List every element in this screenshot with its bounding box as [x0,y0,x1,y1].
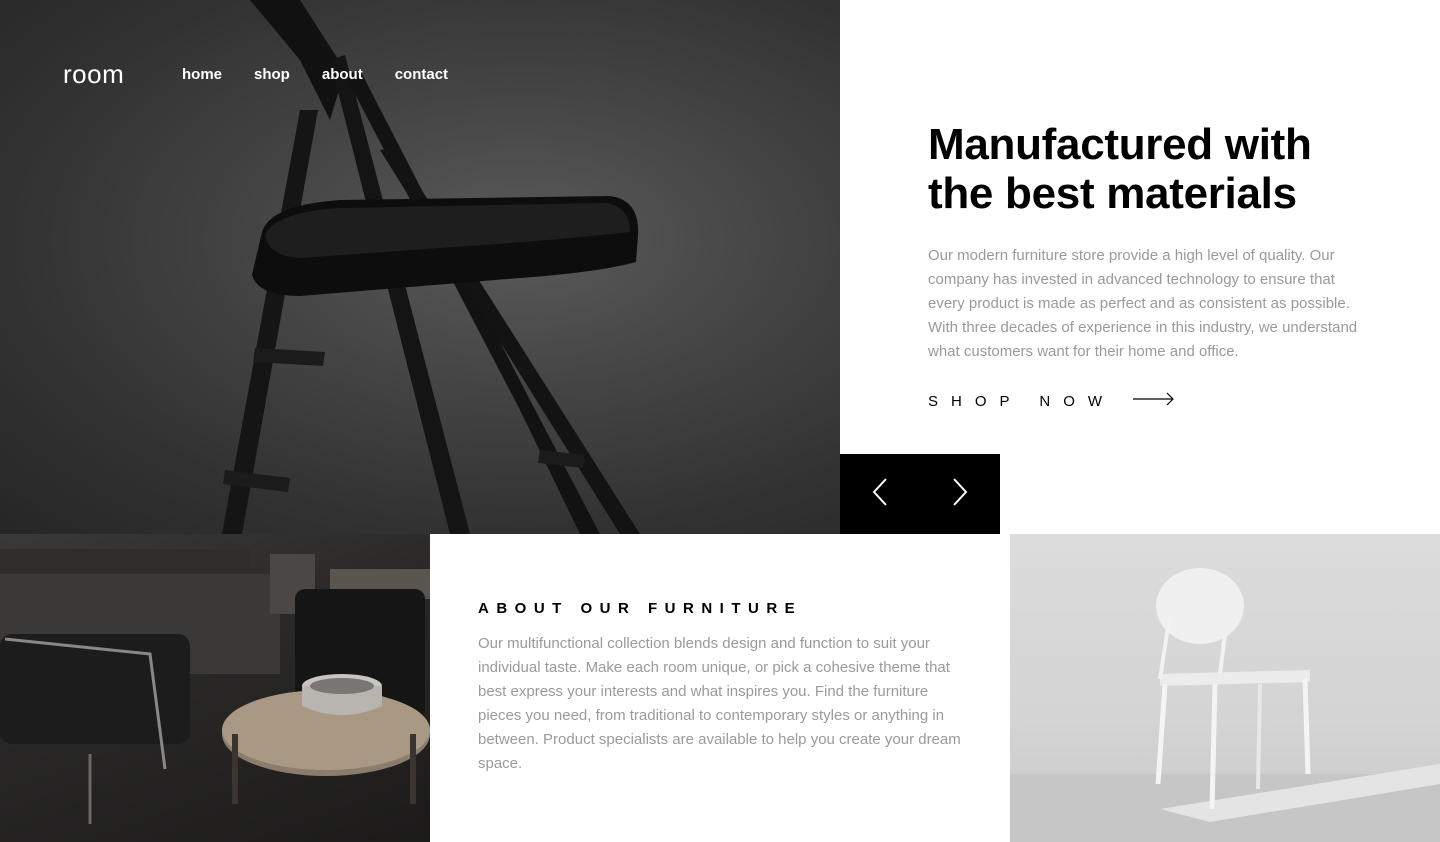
slider-next-button[interactable] [920,454,1000,534]
chevron-right-icon [952,477,968,511]
slider-controls [840,454,1000,534]
hero-description: Our modern furniture store provide a hig… [928,247,1358,360]
about-section: ABOUT OUR FURNITURE Our multifunctional … [430,534,1010,842]
main-nav: home shop about contact [182,66,448,83]
slider-prev-button[interactable] [840,454,920,534]
arrow-right-icon [1133,392,1175,411]
nav-about[interactable]: about [322,66,363,83]
about-text: Our multifunctional collection blends de… [478,635,961,772]
hero-image: room home shop about contact [0,0,840,534]
armchairs-table-illustration [0,549,430,824]
logo[interactable]: room [63,59,124,90]
white-chair-image [1010,534,1440,842]
chevron-left-icon [872,477,888,511]
living-room-image [0,534,430,842]
hero-title: Manufactured with the best materials [928,120,1368,218]
nav-home[interactable]: home [182,66,222,83]
nav-contact[interactable]: contact [395,66,448,83]
hero-title-line1: Manufactured with [928,120,1312,169]
shop-now-label: SHOP NOW [928,393,1116,410]
about-title: ABOUT OUR FURNITURE [478,600,803,617]
hero-content: Manufactured with the best materials Our… [928,120,1368,411]
hero-title-line2: the best materials [928,169,1297,218]
shop-now-button[interactable]: SHOP NOW [928,392,1368,411]
nav-shop[interactable]: shop [254,66,290,83]
white-chair-illustration [1010,568,1440,842]
